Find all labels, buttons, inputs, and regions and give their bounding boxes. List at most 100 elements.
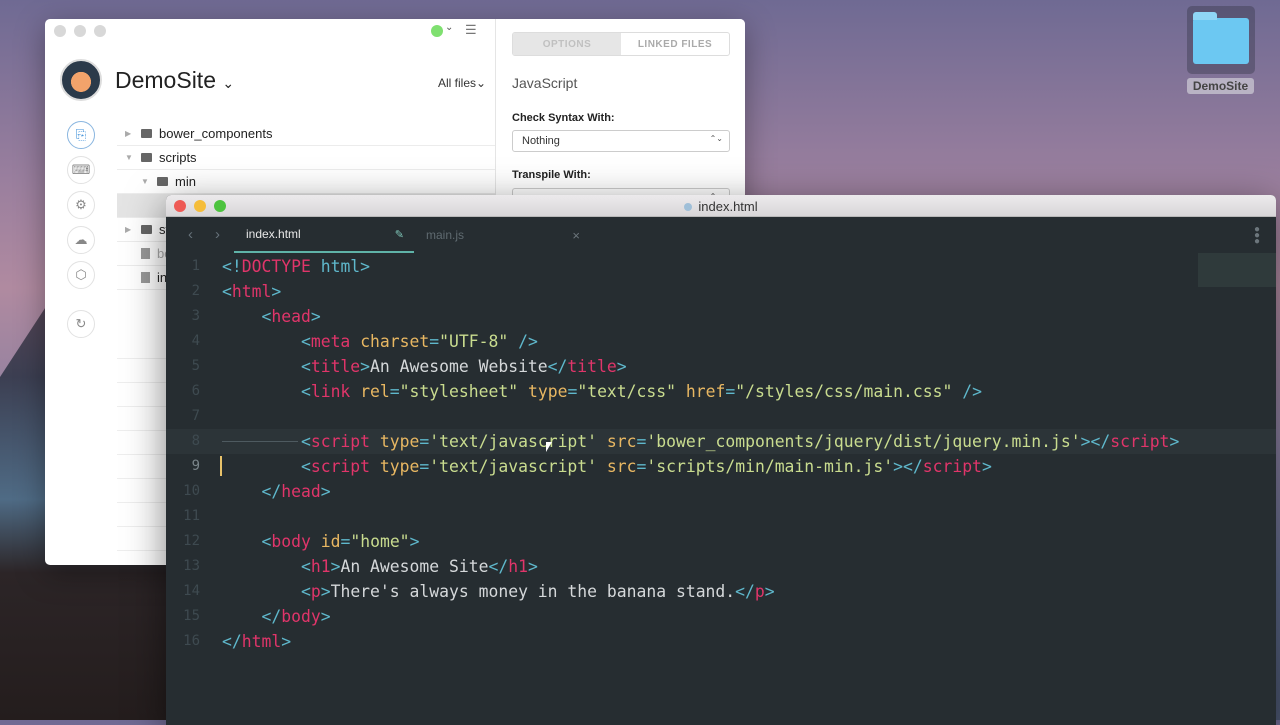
minimize-button[interactable] <box>74 25 86 37</box>
code-token: body <box>281 607 321 626</box>
code-token: < <box>300 557 311 576</box>
desktop-folder-label[interactable]: DemoSite <box>1187 78 1254 94</box>
code-token: "/styles/css/main.css" <box>735 382 953 401</box>
line-number: 1 <box>191 258 200 274</box>
code-line[interactable]: 15 </body> <box>166 604 1276 629</box>
code-token: > <box>320 607 331 626</box>
code-line[interactable]: 8 <script type='text/javascript' src='bo… <box>166 429 1276 454</box>
chevron-down-icon: ⌄ <box>222 75 235 91</box>
folder-icon <box>157 177 168 186</box>
tab-linked-files[interactable]: LINKED FILES <box>621 33 729 55</box>
tab-main-js[interactable]: main.js × <box>414 217 586 253</box>
code-token: > <box>310 307 321 326</box>
folder-icon <box>1193 12 1249 64</box>
code-token: > <box>981 457 992 476</box>
code-token: There's always money in the banana stand… <box>330 582 736 601</box>
code-token: "stylesheet" <box>399 382 519 401</box>
code-line[interactable]: 5 <title>An Awesome Website</title> <box>166 354 1276 379</box>
code-token: < <box>222 282 232 301</box>
panel-tabs: OPTIONS LINKED FILES <box>512 32 730 56</box>
more-options-icon[interactable]: ● ● ● <box>1254 225 1260 247</box>
line-content: <p>There's always money in the banana st… <box>222 579 775 604</box>
collapsed-arrow-icon[interactable]: ▶ <box>125 129 135 138</box>
cloud-icon[interactable]: ☁ <box>67 226 95 254</box>
terminal-icon[interactable]: ⌨ <box>67 156 95 184</box>
tree-row[interactable]: ▼ min <box>117 170 495 194</box>
code-line[interactable]: 14 <p>There's always money in the banana… <box>166 579 1276 604</box>
code-token: > <box>281 632 292 651</box>
line-number: 4 <box>191 333 200 349</box>
code-token: </ <box>222 632 242 651</box>
code-token: head <box>281 482 321 501</box>
line-number: 5 <box>191 358 200 374</box>
code-area[interactable]: 1 <!DOCTYPE html> 2 <html> 3 <head> 4 <meta c… <box>166 254 1276 654</box>
code-line[interactable]: 7 <box>166 404 1276 429</box>
close-tab-icon[interactable]: × <box>572 228 580 243</box>
code-token: </ <box>547 357 568 376</box>
code-token: "UTF-8" <box>439 332 509 351</box>
files-icon[interactable]: ⎘ <box>67 121 95 149</box>
line-number: 9 <box>191 458 200 474</box>
code-line[interactable]: 6 <link rel="stylesheet" type="text/css"… <box>166 379 1276 404</box>
tree-item-name: scripts <box>159 150 197 165</box>
code-token: An Awesome Website <box>370 357 548 376</box>
collapsed-arrow-icon[interactable]: ▶ <box>125 225 135 234</box>
check-syntax-select[interactable]: Nothing <box>512 130 730 152</box>
code-token: = <box>389 382 400 401</box>
line-number: 12 <box>183 533 200 549</box>
code-line[interactable]: 11 <box>166 504 1276 529</box>
zoom-button[interactable] <box>94 25 106 37</box>
code-token: > <box>616 357 627 376</box>
code-line[interactable]: 2 <html> <box>166 279 1276 304</box>
code-line[interactable]: 1 <!DOCTYPE html> <box>166 254 1276 279</box>
code-line[interactable]: 12 <body id="home"> <box>166 529 1276 554</box>
tree-item-name: bower_components <box>159 126 273 141</box>
chevron-down-icon[interactable]: ⌄ <box>445 22 453 33</box>
sync-icon[interactable]: ↻ <box>67 310 95 338</box>
code-token: /> <box>962 382 982 401</box>
line-content: <head> <box>222 304 321 329</box>
desktop-folder-demosite[interactable] <box>1187 6 1255 74</box>
code-token: > <box>320 482 331 501</box>
preview-icon[interactable]: ☰ <box>465 22 477 38</box>
gear-icon[interactable]: ⚙ <box>67 191 95 219</box>
package-icon[interactable]: ⬡ <box>67 261 95 289</box>
code-line[interactable]: 16 </html> <box>166 629 1276 654</box>
code-token: = <box>419 457 430 476</box>
status-indicator[interactable] <box>431 25 443 37</box>
avatar[interactable] <box>60 59 102 101</box>
tab-options[interactable]: OPTIONS <box>513 33 621 55</box>
file-filter-dropdown[interactable]: All files⌄ <box>438 76 486 90</box>
code-token: < <box>261 307 272 326</box>
expanded-arrow-icon[interactable]: ▼ <box>125 153 135 162</box>
window-title-text: index.html <box>698 199 758 214</box>
back-arrow-icon[interactable]: ‹ <box>188 226 193 243</box>
line-number: 7 <box>191 408 200 424</box>
code-line[interactable]: 4 <meta charset="UTF-8" /> <box>166 329 1276 354</box>
code-token: = <box>636 432 647 451</box>
code-token: type <box>527 382 568 401</box>
project-title[interactable]: DemoSite ⌄ <box>115 67 234 94</box>
code-line[interactable]: 3 <head> <box>166 304 1276 329</box>
code-line[interactable]: 13 <h1>An Awesome Site</h1> <box>166 554 1276 579</box>
tree-row[interactable]: ▼ scripts <box>117 146 495 170</box>
check-syntax-value: Nothing <box>522 135 560 147</box>
code-line[interactable]: 10 </head> <box>166 479 1276 504</box>
close-button[interactable] <box>54 25 66 37</box>
code-token: script <box>1110 432 1170 451</box>
code-token: body <box>271 532 311 551</box>
code-line[interactable]: 9 <script type='text/javascript' src='sc… <box>166 454 1276 479</box>
expanded-arrow-icon[interactable]: ▼ <box>141 177 151 186</box>
tree-row[interactable]: ▶ bower_components <box>117 122 495 146</box>
line-number: 6 <box>191 383 200 399</box>
line-number: 2 <box>191 283 200 299</box>
file-icon <box>141 248 150 259</box>
tab-index-html[interactable]: index.html ✎ <box>234 217 414 253</box>
forward-arrow-icon[interactable]: › <box>215 226 220 243</box>
